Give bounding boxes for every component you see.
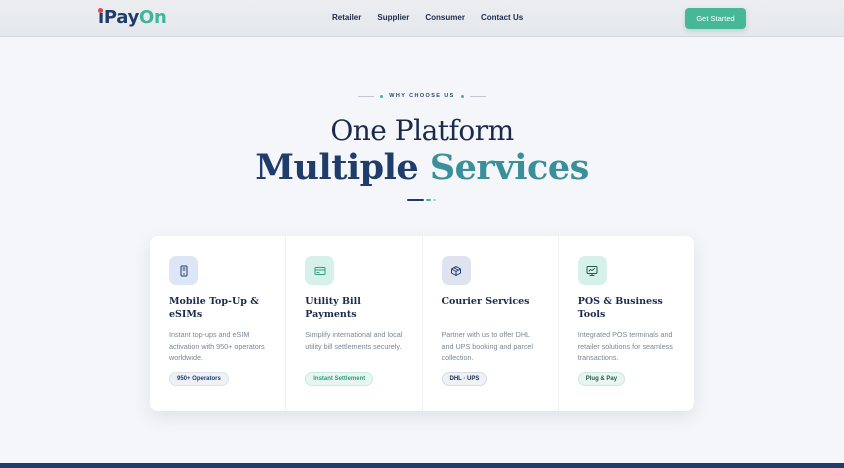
card-title: Courier Services (441, 296, 530, 307)
logo-letter-i: i (98, 7, 104, 28)
nav-retailer[interactable]: Retailer (332, 13, 361, 22)
site-header: iPayOn Retailer Supplier Consumer Contac… (0, 0, 844, 37)
card-title: Mobile Top-Up & eSIMs (169, 296, 259, 320)
main-nav: Retailer Supplier Consumer Contact Us (332, 13, 539, 22)
logo-dot (98, 8, 103, 13)
section-title-line1: One Platform (330, 114, 514, 147)
nav-supplier[interactable]: Supplier (377, 13, 409, 22)
title-underline (407, 199, 436, 201)
get-started-button[interactable]: Get Started (685, 8, 746, 29)
card-title: POS & Business Tools (577, 296, 663, 320)
card-description: Integrated POS terminals and retailer so… (577, 330, 673, 362)
nav-consumer[interactable]: Consumer (425, 13, 465, 22)
card-badge: Instant Settlement (305, 372, 374, 386)
underline-seg-2 (426, 199, 431, 201)
bottom-section-edge (0, 463, 844, 468)
logo[interactable]: iPayOn (98, 7, 167, 28)
card-badge: DHL · UPS (441, 372, 488, 386)
service-card-pos-tools[interactable]: POS & Business Tools Integrated POS term… (557, 236, 694, 411)
underline-seg-3 (433, 199, 436, 201)
service-card-utility-bills[interactable]: Utility Bill Payments Simplify internati… (285, 236, 421, 411)
card-badge: 950+ Operators (169, 372, 229, 386)
nav-contact-us[interactable]: Contact Us (481, 13, 523, 22)
services-cards: Mobile Top-Up & eSIMs Instant top-ups an… (150, 236, 694, 411)
card-description: Instant top-ups and eSIM activation with… (169, 330, 265, 362)
service-card-courier[interactable]: Courier Services Partner with us to offe… (421, 236, 558, 411)
card-description: Partner with us to offer DHL and UPS boo… (441, 330, 534, 362)
underline-seg-1 (407, 199, 424, 201)
package-icon (441, 256, 471, 285)
monitor-icon (577, 256, 607, 285)
logo-pay: Pay (103, 7, 140, 28)
eyebrow-text: WHY CHOOSE US (389, 93, 455, 99)
title-word-multiple: Multiple (255, 147, 419, 188)
title-word-services: Services (429, 147, 589, 188)
section-title-line2: Multiple Services (0, 147, 844, 188)
eyebrow-dot-left (380, 94, 384, 98)
card-title: Utility Bill Payments (305, 296, 361, 320)
card-description: Simplify international and local utility… (305, 330, 403, 351)
eyebrow-dot-right (460, 94, 464, 98)
eyebrow-line-left (358, 95, 375, 97)
logo-on: On (139, 7, 167, 28)
mobile-phone-icon (169, 256, 198, 285)
eyebrow-line-right (469, 95, 486, 97)
card-badge: Plug & Pay (577, 372, 626, 386)
service-card-mobile-topup[interactable]: Mobile Top-Up & eSIMs Instant top-ups an… (150, 236, 285, 411)
section-eyebrow: WHY CHOOSE US (0, 93, 844, 99)
credit-card-icon (305, 256, 335, 285)
